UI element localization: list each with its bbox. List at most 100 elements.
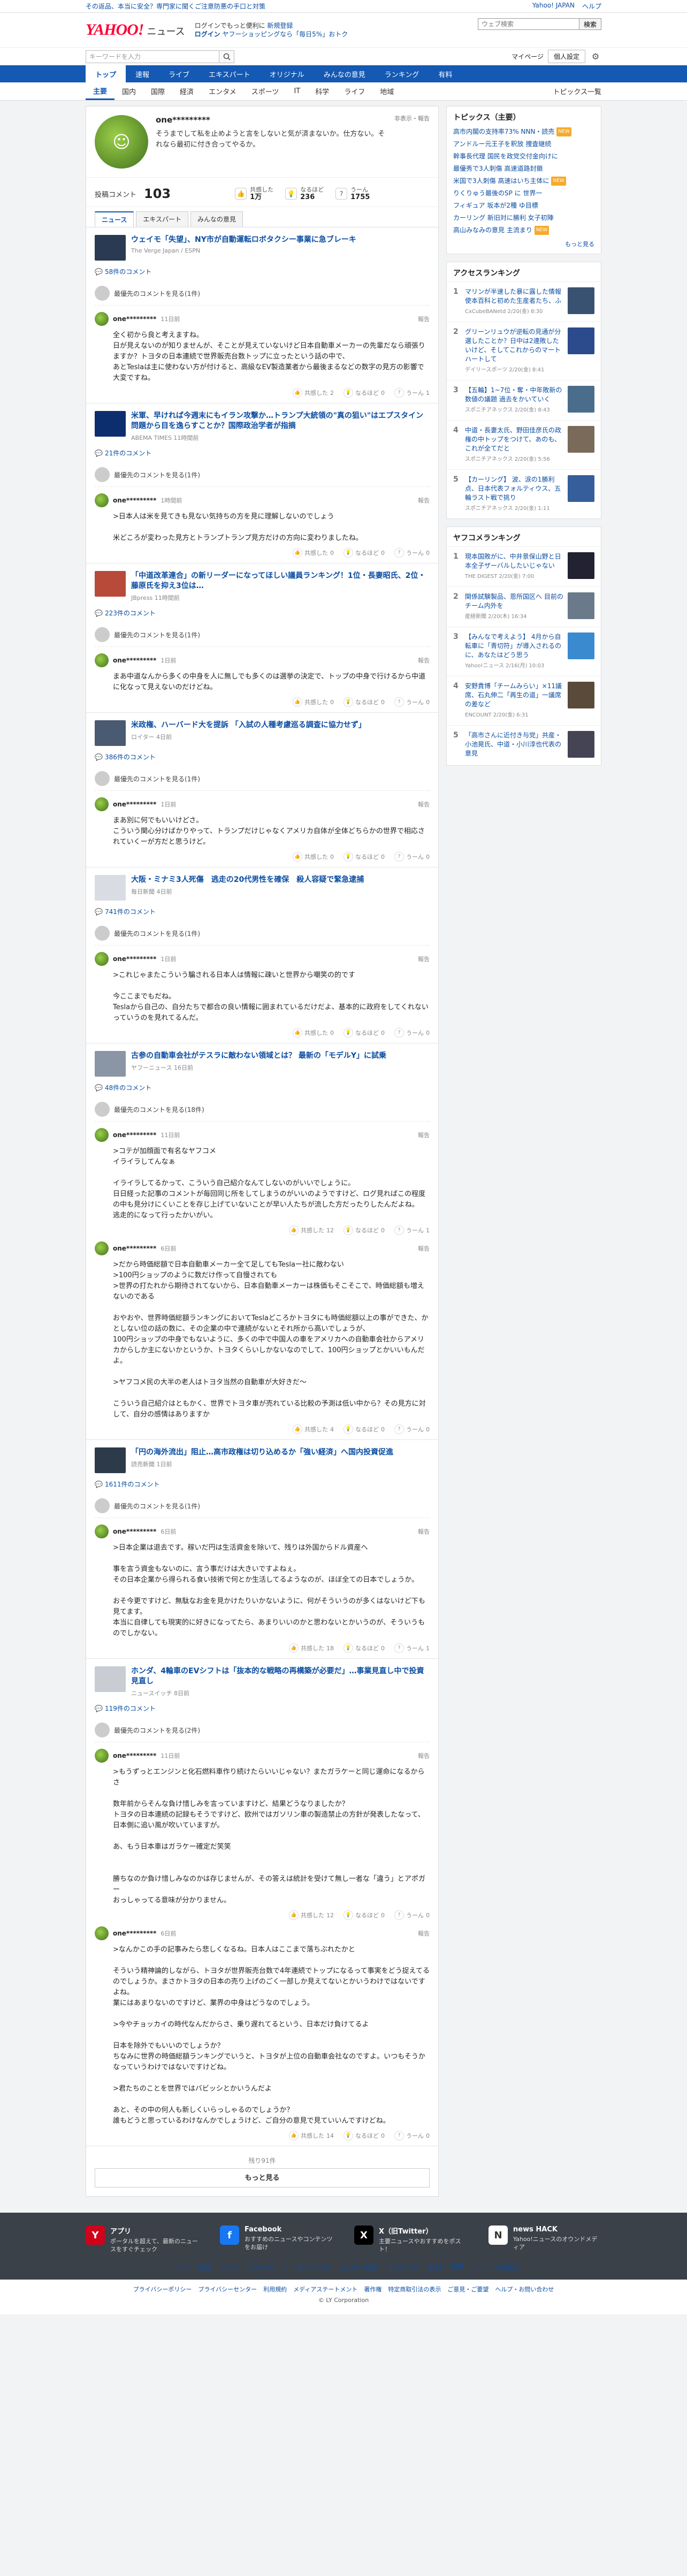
article-card[interactable]: 「中道改革連合」の新リーダーになってほしい議員ランキング！1位・長妻昭氏、2位・… [95, 571, 430, 602]
topic-item[interactable]: 高市内閣の支持率73% NNN・読売 NEW [447, 126, 601, 138]
topic-item[interactable]: カーリング 新旧対に勝利 女子初陣 [447, 212, 601, 224]
yahoo-news-logo[interactable]: YAHOO! ニュース [86, 21, 185, 39]
ranking-item[interactable]: 1 マリンが半速した暴に露した情報 使本百科と初めた生産者たち、ふ CxCubeBA… [447, 281, 601, 322]
top-comment-link[interactable]: 最優先のコメントを見る(1件) [114, 1502, 200, 1511]
footer-nav-link[interactable]: ニュース提供社 [474, 2263, 518, 2272]
mypage-link[interactable]: マイページ [512, 52, 544, 61]
legal-link[interactable]: 著作権 [364, 2285, 381, 2293]
footer-nav-link[interactable]: エキスパート [249, 2263, 288, 2272]
rank-thumbnail[interactable] [568, 592, 594, 619]
cat-life[interactable]: ライフ [337, 82, 372, 100]
rank-thumbnail[interactable] [568, 327, 594, 354]
article-card[interactable]: ウェイモ「失望」、NY市が自動運転ロボタクシー事業に急ブレーキ The Verge… [95, 235, 430, 261]
rank-title[interactable]: グリーンリュウが逆転の見通が分選したことか？日中は2連敗したいけど、そしてこれか… [465, 327, 563, 364]
topic-title[interactable]: 幹事長代理 国民を政党交付金向けに [453, 152, 558, 161]
footer-app-link[interactable]: f Facebook おすすめのニュースやコンテンツをお届け [220, 2226, 333, 2253]
comment-count-link[interactable]: 💬 386件のコメント [95, 752, 430, 761]
article-thumbnail[interactable] [95, 720, 126, 746]
comment-count-link[interactable]: 💬 58件のコメント [95, 267, 430, 276]
rank-title[interactable]: マリンが半速した暴に露した情報 使本百科と初めた生産者たち、ふ [465, 287, 563, 306]
article-title[interactable]: 古参の自動車会社がテスラに敵わない領域とは？ 最新の「モデルY」に試乗 [131, 1051, 386, 1061]
topic-title[interactable]: アンドルー元王子を釈放 捜査継続 [453, 140, 551, 149]
cat-main[interactable]: 主要 [86, 82, 115, 100]
article-card[interactable]: ホンダ、4輪車のEVシフトは「抜本的な戦略の再構築が必要だ」…事業見直し中で投資… [95, 1666, 430, 1697]
reaction-nope-button[interactable]: ? うーん 1 [394, 388, 430, 398]
shopping-promo[interactable]: ヤフーショッピングなら「毎日5%」おトク [222, 31, 348, 38]
reaction-hmm-button[interactable]: 💡 なるほど 0 [344, 1643, 385, 1653]
footer-app-link[interactable]: Nnews HACK Yahoo!ニュースのオウンドメディア [488, 2226, 601, 2253]
search-icon[interactable] [219, 50, 234, 63]
reaction-like-button[interactable]: 👍 共感した 4 [293, 1424, 334, 1434]
reaction-nope-button[interactable]: ? うーん 0 [394, 1910, 430, 1920]
article-card[interactable]: 古参の自動車会社がテスラに敵わない領域とは？ 最新の「モデルY」に試乗 ヤフーニュ… [95, 1051, 430, 1077]
top-comment-row[interactable]: 最優先のコメントを見る(1件) [95, 1494, 430, 1518]
topic-title[interactable]: 高山みなみの意見 主流まり [453, 226, 532, 235]
cat-economy[interactable]: 経済 [172, 82, 201, 100]
comment-report-link[interactable]: 報告 [418, 315, 430, 323]
reaction-hmm-button[interactable]: 💡 なるほど 0 [344, 548, 385, 558]
ranking-item[interactable]: 2 グリーンリュウが逆転の見通が分選したことか？日中は2連敗したいけど、そしてこれ… [447, 322, 601, 380]
topic-item[interactable]: 米国で3人刺傷 高速はいち主体に NEW [447, 175, 601, 187]
comment-count-link[interactable]: 💬 119件のコメント [95, 1704, 430, 1713]
comment-author[interactable]: one********* [113, 657, 156, 664]
reaction-like-button[interactable]: 👍 共感した 14 [289, 2131, 334, 2140]
web-search-input[interactable] [477, 18, 579, 30]
rank-thumbnail[interactable] [568, 731, 594, 758]
article-card[interactable]: 米政権、ハーバード大を提訴 「入試の人種考慮巡る調査に協力せず」 ロイター 4日前 [95, 720, 430, 746]
reaction-hmm-button[interactable]: 💡 なるほど 0 [344, 852, 385, 862]
reaction-hmm-button[interactable]: 💡 なるほど 0 [344, 1225, 385, 1235]
reaction-nope-button[interactable]: ? うーん 0 [394, 852, 430, 862]
comment-author[interactable]: one********* [113, 497, 156, 504]
legal-link[interactable]: プライバシーポリシー [133, 2285, 192, 2293]
top-comment-link[interactable]: 最優先のコメントを見る(1件) [114, 630, 200, 639]
comment-author[interactable]: one********* [113, 1528, 156, 1535]
topic-item[interactable]: 最優秀で3人刺傷 高速道路封鎖 [447, 163, 601, 175]
top-comment-row[interactable]: 最優先のコメントを見る(1件) [95, 463, 430, 487]
footer-nav-link[interactable]: オリジナル [297, 2263, 330, 2272]
reaction-nope-button[interactable]: ? うーん 0 [394, 548, 430, 558]
comment-count-link[interactable]: 💬 741件のコメント [95, 907, 430, 916]
reaction-like-button[interactable]: 👍 共感した 0 [293, 548, 334, 558]
profile-report-link[interactable]: 非表示・報告 [394, 114, 430, 123]
top-notice-link[interactable]: その返品、本当に安全？専門家に聞くご注意防悪の手口と対策 [86, 2, 265, 11]
comment-author[interactable]: one********* [113, 1131, 156, 1139]
tab-expert[interactable]: エキスパート [136, 211, 189, 227]
ranking-item[interactable]: 1 現本国敗がに、中井景保山野と日本全子ザーバルしたいじゃない THE DIGEST… [447, 546, 601, 586]
footer-nav-link[interactable]: 有料 [429, 2263, 441, 2272]
top-comment-row[interactable]: 最優先のコメントを見る(1件) [95, 623, 430, 647]
nav-ranking[interactable]: ランキング [375, 65, 429, 82]
reaction-like-button[interactable]: 👍 共感した 2 [293, 388, 334, 398]
reaction-hmm-button[interactable]: 💡 なるほど 0 [344, 1424, 385, 1434]
topics-list-link[interactable]: トピックス一覧 [553, 82, 601, 100]
legal-link[interactable]: ヘルプ・お問い合わせ [495, 2285, 554, 2293]
comment-report-link[interactable]: 報告 [418, 1751, 430, 1760]
article-thumbnail[interactable] [95, 411, 126, 437]
rank-title[interactable]: 【五輪】1~7位・奪・中年敗新の数値の議題 過去をかいていく [465, 386, 563, 404]
rank-title[interactable]: 安野貴博「チームみらい」×11議席、石丸伸二「再生の道」一議席の差など [465, 682, 563, 709]
rank-title[interactable]: 現本国敗がに、中井景保山野と日本全子ザーバルしたいじゃない [465, 552, 563, 570]
gear-icon[interactable]: ⚙ [590, 51, 601, 63]
reaction-hmm-button[interactable]: 💡 なるほど 0 [344, 388, 385, 398]
comment-count-link[interactable]: 💬 48件のコメント [95, 1083, 430, 1092]
reaction-nope-button[interactable]: ? うーん 1 [394, 1643, 430, 1653]
rank-thumbnail[interactable] [568, 682, 594, 708]
top-comment-link[interactable]: 最優先のコメントを見る(2件) [114, 1726, 200, 1735]
comment-report-link[interactable]: 報告 [418, 1131, 430, 1139]
comment-author[interactable]: one********* [113, 1752, 156, 1759]
topics-more-link[interactable]: もっと見る [447, 237, 601, 254]
comment-author[interactable]: one********* [113, 955, 156, 963]
rank-thumbnail[interactable] [568, 475, 594, 502]
cat-sports[interactable]: スポーツ [244, 82, 287, 100]
nav-top[interactable]: トップ [86, 65, 126, 82]
comment-report-link[interactable]: 報告 [418, 496, 430, 505]
top-comment-link[interactable]: 最優先のコメントを見る(1件) [114, 929, 200, 938]
tab-opinions[interactable]: みんなの意見 [190, 211, 243, 227]
footer-nav-link[interactable]: トップ [169, 2263, 188, 2272]
ranking-item[interactable]: 3 【みんなで考えよう】 4月から自転車に「青切符」が導入されるのに、あなたはどう… [447, 627, 601, 676]
footer-nav-link[interactable]: みんなの意見 [339, 2263, 378, 2272]
nav-paid[interactable]: 有料 [429, 65, 462, 82]
comment-author[interactable]: one********* [113, 1930, 156, 1937]
personal-settings-button[interactable]: 個人設定 [547, 50, 585, 63]
reaction-nope-button[interactable]: ? うーん 0 [394, 1028, 430, 1038]
rank-thumbnail[interactable] [568, 552, 594, 579]
